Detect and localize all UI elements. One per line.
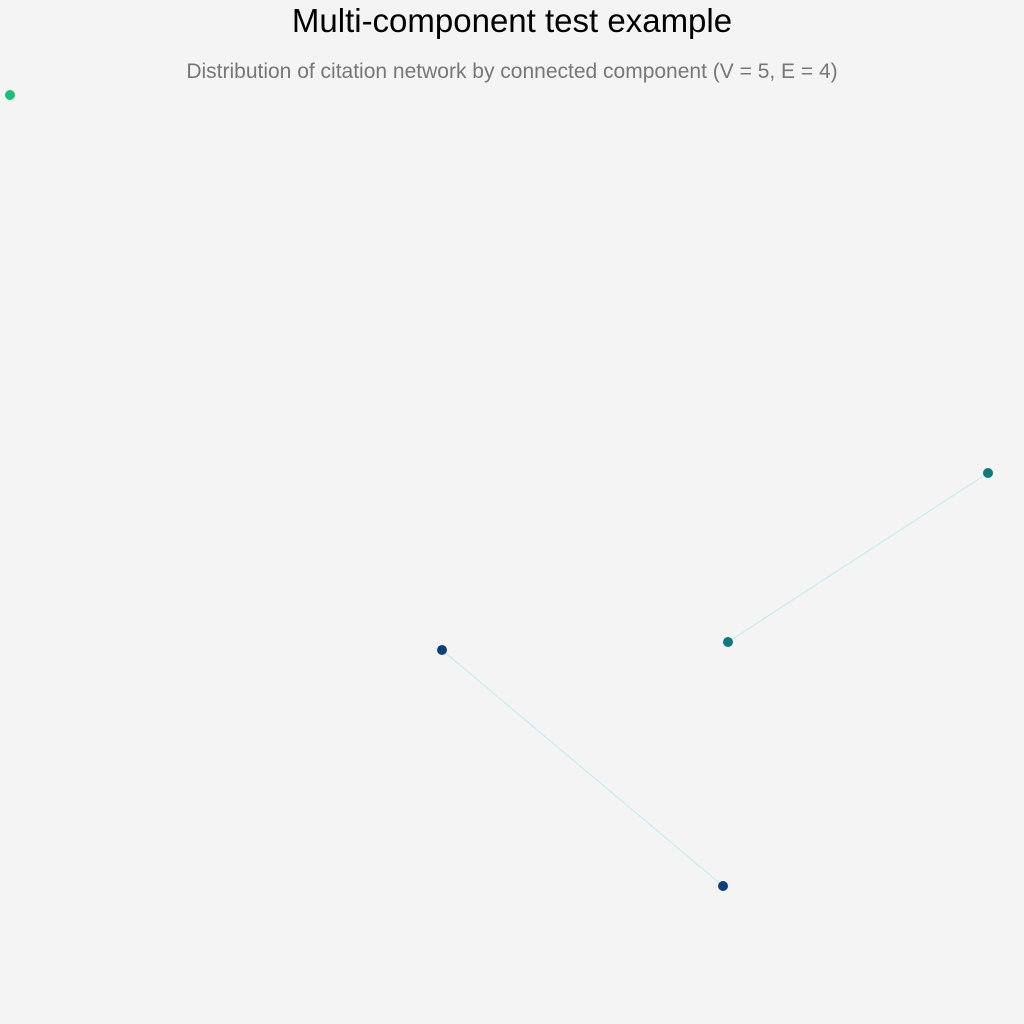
node-green — [5, 90, 15, 100]
edge-navy-pair — [441, 649, 724, 887]
edge-teal-pair — [727, 472, 989, 643]
node-teal-2 — [723, 637, 733, 647]
node-navy-1 — [437, 645, 447, 655]
node-teal-1 — [983, 468, 993, 478]
node-navy-2 — [718, 881, 728, 891]
network-graph — [5, 90, 993, 891]
